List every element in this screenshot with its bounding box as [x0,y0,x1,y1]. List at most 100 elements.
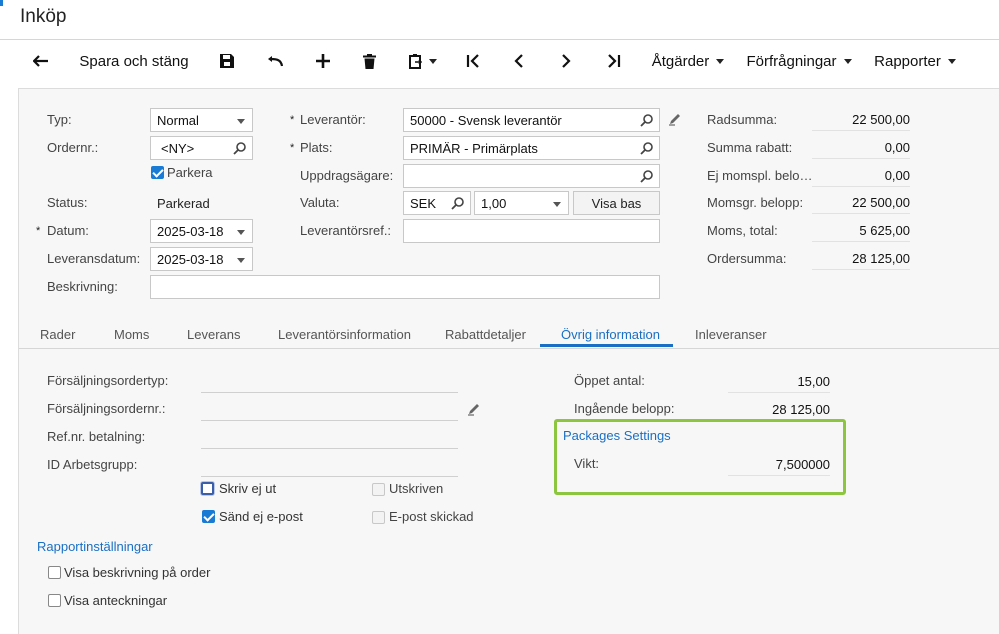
type-label: Typ: [47,112,72,127]
chevron-down-icon [237,230,245,235]
date-field[interactable]: 2025-03-18 [150,219,253,243]
status-label: Status: [47,195,88,210]
delivery-date-label: Leveransdatum: [47,251,141,266]
chevron-down-icon [553,202,561,207]
delivery-date-field[interactable]: 2025-03-18 [150,247,253,271]
undo-button[interactable] [262,41,288,81]
actions-menu[interactable]: Åtgärder [648,41,728,81]
so-type-field [201,392,458,393]
edit-pencil-icon[interactable] [668,112,682,129]
report-settings-heading: Rapportinställningar [37,539,153,554]
previous-button[interactable] [506,41,532,81]
owner-field[interactable] [403,164,660,188]
order-nbr-label: Ordernr.: [47,140,99,155]
last-record-button[interactable] [601,41,627,81]
inquiries-menu[interactable]: Förfrågningar [744,41,854,81]
tab-tax[interactable]: Moms [114,327,149,342]
vendor-ref-field[interactable] [403,219,660,243]
currency-value: SEK [410,196,437,211]
reports-label: Rapporter [874,52,941,70]
tab-receipts[interactable]: Inleveranser [695,327,767,342]
currency-field[interactable]: SEK [403,191,471,215]
view-base-button[interactable]: Visa bas [573,191,660,215]
title-bar: Inköp [0,0,999,40]
clipboard-menu-button[interactable] [404,41,442,81]
open-qty-label: Öppet antal: [574,373,645,388]
search-icon[interactable] [640,141,654,158]
search-icon[interactable] [640,113,654,130]
tax-total-value: 5 625,00 [812,223,910,242]
delivery-date-value: 2025-03-18 [157,252,224,267]
date-value: 2025-03-18 [157,224,224,239]
search-icon[interactable] [451,196,465,213]
open-qty-value: 15,00 [728,374,830,393]
currency-rate-select[interactable]: 1,00 [474,191,569,215]
delete-button[interactable] [356,41,382,81]
dont-email-label: Sänd ej e-post [219,509,303,524]
date-label: Datum: [47,223,89,238]
owner-label: Uppdragsägare: [300,168,394,183]
tab-other-information[interactable]: Övrig information [561,327,660,342]
active-tab-indicator [540,344,673,347]
emailed-checkbox [372,511,385,524]
order-total-value: 28 125,00 [812,251,910,270]
tax-exempt-value: 0,00 [812,168,910,187]
tab-vendor-info[interactable]: Leverantörsinformation [278,327,411,342]
so-type-label: Försäljningsordertyp: [47,373,169,388]
vendor-label: Leverantör: [300,112,366,127]
vendor-value: 50000 - Svensk leverantör [410,113,562,128]
save-close-button[interactable]: Spara och stäng [72,41,196,81]
add-icon [316,54,330,68]
hold-label: Parkera [167,165,213,180]
tab-discount-details[interactable]: Rabattdetaljer [445,327,526,342]
accent-mark [0,0,3,6]
first-record-button[interactable] [460,41,486,81]
dont-email-checkbox[interactable] [202,510,215,523]
last-record-icon [608,54,621,68]
next-icon [562,54,571,68]
type-value: Normal [157,113,199,128]
back-arrow-icon [33,55,48,67]
type-select[interactable]: Normal [150,108,253,132]
previous-icon [514,54,523,68]
next-button[interactable] [553,41,579,81]
search-icon[interactable] [640,169,654,186]
show-description-label: Visa beskrivning på order [64,565,211,580]
actions-label: Åtgärder [651,52,710,70]
show-notes-checkbox[interactable] [48,594,61,607]
location-field[interactable]: PRIMÄR - Primärplats [403,136,660,160]
toolbar: Spara och stäng Åtgärder Förfrågningar R… [0,41,999,83]
tab-lines[interactable]: Rader [40,327,75,342]
order-nbr-field[interactable]: <NY> [150,136,253,160]
currency-label: Valuta: [300,195,340,210]
show-description-checkbox[interactable] [48,566,61,579]
hold-checkbox[interactable] [151,166,164,179]
edit-pencil-icon[interactable] [467,402,481,419]
so-nbr-field [201,420,458,421]
discount-total-label: Summa rabatt: [707,140,793,155]
chevron-down-icon [947,58,956,64]
vendor-field[interactable]: 50000 - Svensk leverantör [403,108,660,132]
status-value: Parkerad [157,196,210,211]
chevron-down-icon [716,58,725,64]
back-button[interactable] [28,41,54,81]
save-button[interactable] [214,41,240,81]
location-value: PRIMÄR - Primärplats [410,141,538,156]
first-record-icon [466,54,479,68]
chevron-down-icon [429,58,437,64]
printed-label: Utskriven [389,481,444,496]
chevron-down-icon [237,119,245,124]
unbilled-amount-label: Ingående belopp: [574,401,675,416]
inquiries-label: Förfrågningar [746,52,837,70]
view-base-label: Visa bas [591,195,642,211]
location-label: Plats: [300,140,333,155]
add-button[interactable] [310,41,336,81]
dont-print-label: Skriv ej ut [219,481,277,496]
search-icon[interactable] [233,141,247,158]
dont-print-checkbox[interactable] [201,482,214,495]
payment-ref-field [201,448,458,449]
description-field[interactable] [150,275,660,299]
reports-menu[interactable]: Rapporter [870,41,960,81]
undo-icon [268,56,283,67]
tab-delivery[interactable]: Leverans [187,327,240,342]
